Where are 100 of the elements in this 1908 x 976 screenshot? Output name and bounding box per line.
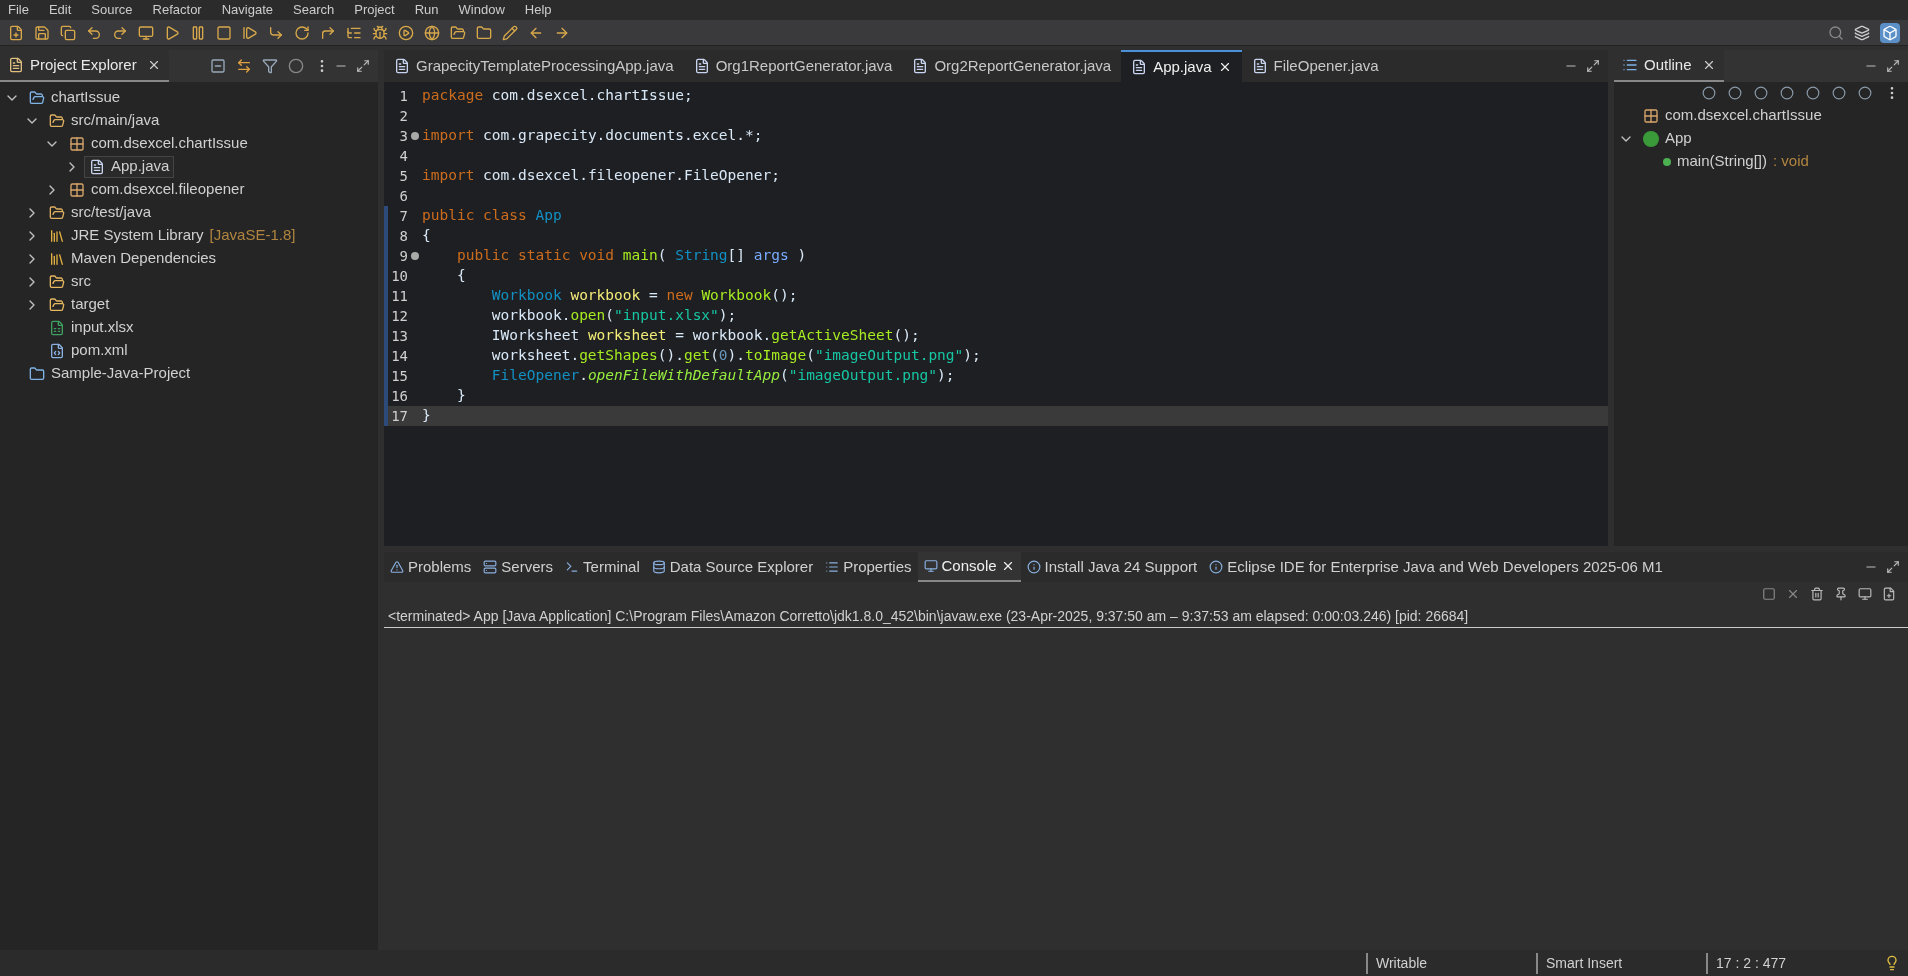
monitor-icon[interactable]: [138, 24, 154, 41]
tree-item[interactable]: App: [1638, 127, 1697, 150]
tree-item-label: input.xlsx: [71, 317, 134, 338]
tree-item[interactable]: main(String[]) : void: [1658, 150, 1814, 173]
pin-icon[interactable]: [1834, 587, 1848, 601]
remove-icon[interactable]: [1786, 587, 1800, 601]
lightbulb-icon[interactable]: [1884, 955, 1900, 971]
tree-item[interactable]: src: [44, 270, 96, 293]
save-icon[interactable]: [34, 24, 50, 41]
run-icon[interactable]: [398, 24, 414, 41]
step-into-icon[interactable]: [268, 24, 284, 41]
editor-tab[interactable]: Org1ReportGenerator.java: [683, 50, 903, 82]
code-line: import com.dsexcel.fileopener.FileOpener;: [422, 166, 780, 186]
tree-item[interactable]: src/test/java: [44, 201, 157, 224]
menu-item[interactable]: Refactor: [152, 0, 202, 20]
outline-tab[interactable]: Outline: [1614, 50, 1724, 82]
menu-item[interactable]: Window: [458, 0, 505, 20]
step-icon[interactable]: [242, 24, 258, 41]
info-icon: [1026, 560, 1041, 574]
tree-item-label: Maven Dependencies: [71, 248, 217, 269]
tree-item[interactable]: chartIssue: [24, 86, 126, 109]
pencil-icon[interactable]: [502, 24, 518, 41]
tree-item[interactable]: target: [44, 293, 115, 316]
folder-open-icon[interactable]: [450, 24, 466, 41]
bug-icon[interactable]: [372, 24, 388, 41]
menu-item[interactable]: Source: [91, 0, 133, 20]
menu-item[interactable]: Help: [524, 0, 552, 20]
new-console-icon[interactable]: [1882, 587, 1896, 601]
menu-item[interactable]: Run: [414, 0, 439, 20]
panel-tab[interactable]: Problems: [384, 552, 478, 582]
panel-tab[interactable]: Data Source Explorer: [645, 552, 820, 582]
step-return-icon[interactable]: [320, 24, 336, 41]
tree-item-label: target: [71, 294, 110, 315]
method-icon: [1663, 157, 1671, 166]
search-icon[interactable]: [1828, 24, 1844, 41]
tree-item[interactable]: com.dsexcel.chartIssue: [64, 132, 253, 155]
tree-item[interactable]: JRE System Library [JavaSE-1.8]: [44, 224, 301, 247]
globe-icon[interactable]: [424, 24, 440, 41]
stop-icon[interactable]: [1762, 587, 1776, 601]
tree-item[interactable]: com.dsexcel.chartIssue: [1638, 104, 1827, 127]
clear-icon[interactable]: [1810, 587, 1824, 601]
code-line: public static void main( String[] args ): [455, 246, 807, 266]
menu-item[interactable]: Project: [354, 0, 395, 20]
play-icon[interactable]: [164, 24, 180, 41]
code-line: {: [422, 226, 431, 246]
tree-item-label: Sample-Java-Project: [51, 363, 191, 384]
line-number: 12: [390, 306, 408, 326]
editor-tab[interactable]: App.java: [1121, 50, 1242, 82]
line-number: 17: [390, 406, 408, 426]
maximize-icon[interactable]: [1586, 59, 1600, 73]
code-line: }: [422, 406, 431, 426]
tree-item[interactable]: src/main/java: [44, 109, 165, 132]
line-number: 10: [390, 266, 408, 286]
panel-tab[interactable]: Terminal: [559, 552, 646, 582]
tree-item[interactable]: pom.xml: [44, 339, 133, 362]
tree-item[interactable]: Maven Dependencies: [44, 247, 222, 270]
package-icon: [69, 135, 85, 152]
panel-tab[interactable]: Eclipse IDE for Enterprise Java and Web Developers 2025-06 M1: [1203, 552, 1669, 582]
tree-item[interactable]: Sample-Java-Project: [24, 362, 196, 385]
code-line: IWorksheet worksheet = workbook.getActiveSheet();: [490, 326, 920, 346]
fold-icon[interactable]: [411, 132, 419, 140]
undo-icon[interactable]: [86, 24, 102, 41]
pause-icon[interactable]: [190, 24, 206, 41]
maximize-icon[interactable]: [1886, 59, 1900, 73]
link-icon[interactable]: [236, 58, 252, 74]
menu-item[interactable]: Navigate: [221, 0, 273, 20]
menu-item[interactable]: File: [8, 0, 29, 20]
tree-item-decoration: [JavaSE-1.8]: [209, 225, 296, 246]
maximize-icon[interactable]: [1886, 560, 1900, 574]
status-field: 17 : 2 : 477: [1706, 952, 1876, 974]
redo-icon[interactable]: [112, 24, 128, 41]
editor-tab[interactable]: GrapecityTemplateProcessingApp.java: [384, 50, 684, 82]
tree-item[interactable]: input.xlsx: [44, 316, 139, 339]
project-icon: [29, 89, 45, 106]
java-file-icon: [912, 58, 929, 74]
return-type: : void: [1773, 151, 1809, 172]
panel-tab[interactable]: Servers: [477, 552, 560, 582]
panel-tab[interactable]: Console: [917, 552, 1021, 582]
stop-icon[interactable]: [216, 24, 232, 41]
filter-icon[interactable]: [262, 58, 278, 74]
project-explorer-tab[interactable]: Project Explorer: [0, 50, 169, 82]
new-file-icon[interactable]: [8, 24, 24, 41]
display-icon[interactable]: [1858, 587, 1872, 601]
editor-tab[interactable]: FileOpener.java: [1241, 50, 1389, 82]
tree-item-label: src: [71, 271, 91, 292]
line-number: 5: [398, 166, 408, 186]
maximize-icon[interactable]: [356, 59, 370, 73]
tree-item[interactable]: com.dsexcel.fileopener: [64, 178, 250, 201]
save-all-icon[interactable]: [60, 24, 76, 41]
panel-tab[interactable]: Install Java 24 Support: [1020, 552, 1204, 582]
fold-icon[interactable]: [411, 252, 419, 260]
panel-tab[interactable]: Properties: [819, 552, 918, 582]
explorer-icon: [8, 57, 24, 73]
menu-item[interactable]: Edit: [48, 0, 72, 20]
line-number: 1: [398, 86, 408, 106]
editor-tab[interactable]: Org2ReportGenerator.java: [902, 50, 1122, 82]
code-line: workbook.open("input.xlsx");: [490, 306, 737, 326]
folder-icon[interactable]: [476, 24, 492, 41]
tree-item[interactable]: App.java: [84, 155, 175, 178]
menu-item[interactable]: Search: [293, 0, 335, 20]
